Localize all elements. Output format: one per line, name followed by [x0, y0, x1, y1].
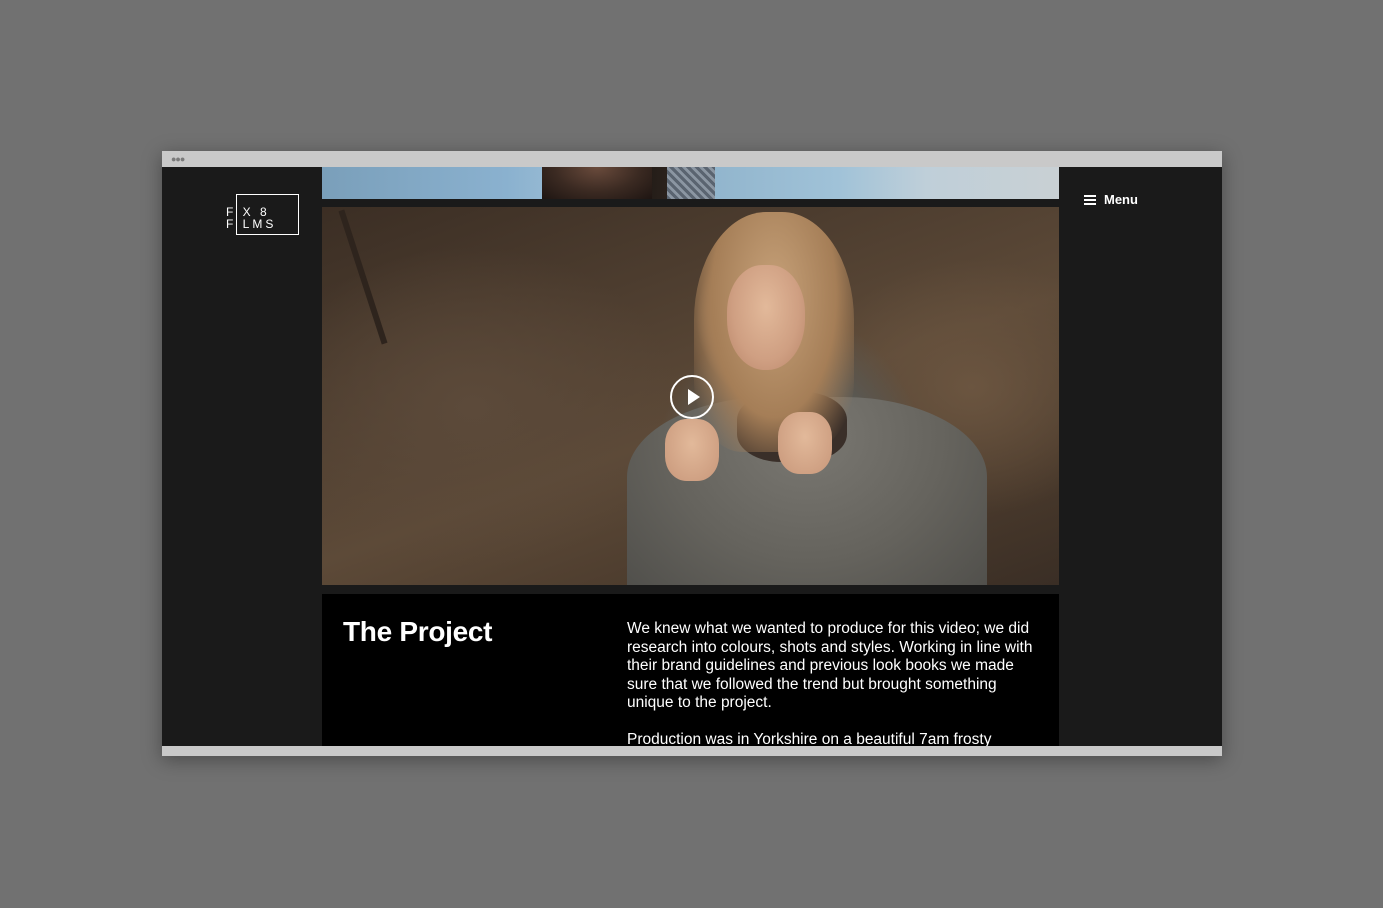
previous-video-thumbnail[interactable] [322, 167, 1059, 199]
browser-chrome-bar: ●●● [162, 151, 1222, 167]
logo-line-2: F LMS [226, 217, 277, 231]
video-still-hand-right [778, 412, 832, 474]
project-paragraph: Production was in Yorkshire on a beautif… [627, 730, 992, 747]
menu-button[interactable]: Menu [1084, 192, 1138, 207]
video-still-tree [338, 209, 388, 345]
thumbnail-detail [542, 167, 652, 199]
hamburger-icon [1084, 194, 1096, 205]
play-icon [687, 389, 700, 405]
project-description: We knew what we wanted to produce for th… [627, 620, 1037, 746]
thumbnail-collar [667, 167, 715, 199]
window-dots-icon[interactable]: ●●● [171, 155, 185, 164]
fx8-films-logo[interactable]: F X 8 F LMS [226, 194, 300, 236]
project-section: The Project We knew what we wanted to pr… [322, 594, 1059, 746]
video-player[interactable] [322, 207, 1059, 585]
project-paragraph: We knew what we wanted to produce for th… [627, 620, 1033, 711]
project-title: The Project [343, 616, 493, 647]
video-still-face [727, 265, 805, 370]
menu-label: Menu [1104, 192, 1138, 207]
video-still-hand-left [665, 419, 719, 481]
browser-bottom-bar [162, 746, 1222, 756]
browser-window: ●●● F X 8 F LMS Menu The Project We knew… [162, 151, 1222, 756]
play-button[interactable] [670, 375, 714, 419]
